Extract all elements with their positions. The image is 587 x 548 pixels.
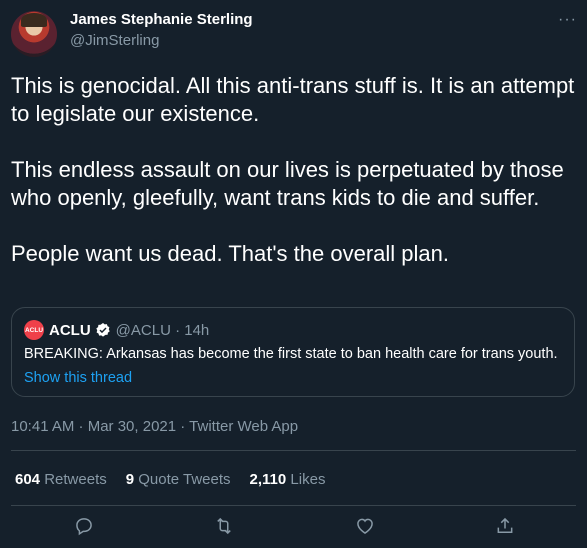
quoted-meta: @ACLU · 14h xyxy=(115,321,210,339)
likes-stat[interactable]: 2,110 Likes xyxy=(250,471,326,488)
verified-badge-icon xyxy=(96,323,110,337)
share-icon xyxy=(497,517,513,533)
tweet-paragraph: This is genocidal. All this anti-trans s… xyxy=(11,73,575,126)
tweet-header: James Stephanie Sterling @JimSterling ··… xyxy=(11,11,577,57)
aclu-logo[interactable]: ACLU xyxy=(24,320,44,340)
more-options-icon[interactable]: ··· xyxy=(558,11,577,29)
show-thread-link[interactable]: Show this thread xyxy=(24,370,132,386)
tweet-paragraph: People want us dead. That's the overall … xyxy=(11,241,449,266)
action-bar xyxy=(0,508,587,548)
quoted-text: BREAKING: Arkansas has become the first … xyxy=(24,346,558,362)
tweet-paragraph: This endless assault on our lives is per… xyxy=(11,157,564,210)
quoted-tweet-header: ACLU ACLU @ACLU · 14h xyxy=(24,320,209,340)
avatar[interactable] xyxy=(11,11,57,57)
retweet-button[interactable] xyxy=(210,512,238,540)
retweets-stat[interactable]: 604 Retweets xyxy=(15,471,107,488)
author-handle[interactable]: @JimSterling xyxy=(70,32,159,49)
divider xyxy=(11,505,576,506)
reply-icon xyxy=(76,518,92,536)
quote-tweets-stat[interactable]: 9 Quote Tweets xyxy=(126,471,231,488)
like-button[interactable] xyxy=(351,512,379,540)
retweet-icon xyxy=(217,517,231,535)
author-name[interactable]: James Stephanie Sterling xyxy=(70,11,253,28)
tweet-text: This is genocidal. All this anti-trans s… xyxy=(11,72,577,296)
quoted-author-name[interactable]: ACLU xyxy=(49,322,91,339)
quoted-tweet[interactable]: ACLU ACLU @ACLU · 14h BREAKING: Arkansas… xyxy=(11,307,575,397)
engagement-stats: 604 Retweets 9 Quote Tweets 2,110 Likes xyxy=(15,471,325,488)
reply-button[interactable] xyxy=(70,512,98,540)
divider xyxy=(11,450,576,451)
share-button[interactable] xyxy=(491,512,519,540)
tweet-timestamp[interactable]: 10:41 AM · Mar 30, 2021 · Twitter Web Ap… xyxy=(11,418,298,435)
like-icon xyxy=(357,518,373,534)
